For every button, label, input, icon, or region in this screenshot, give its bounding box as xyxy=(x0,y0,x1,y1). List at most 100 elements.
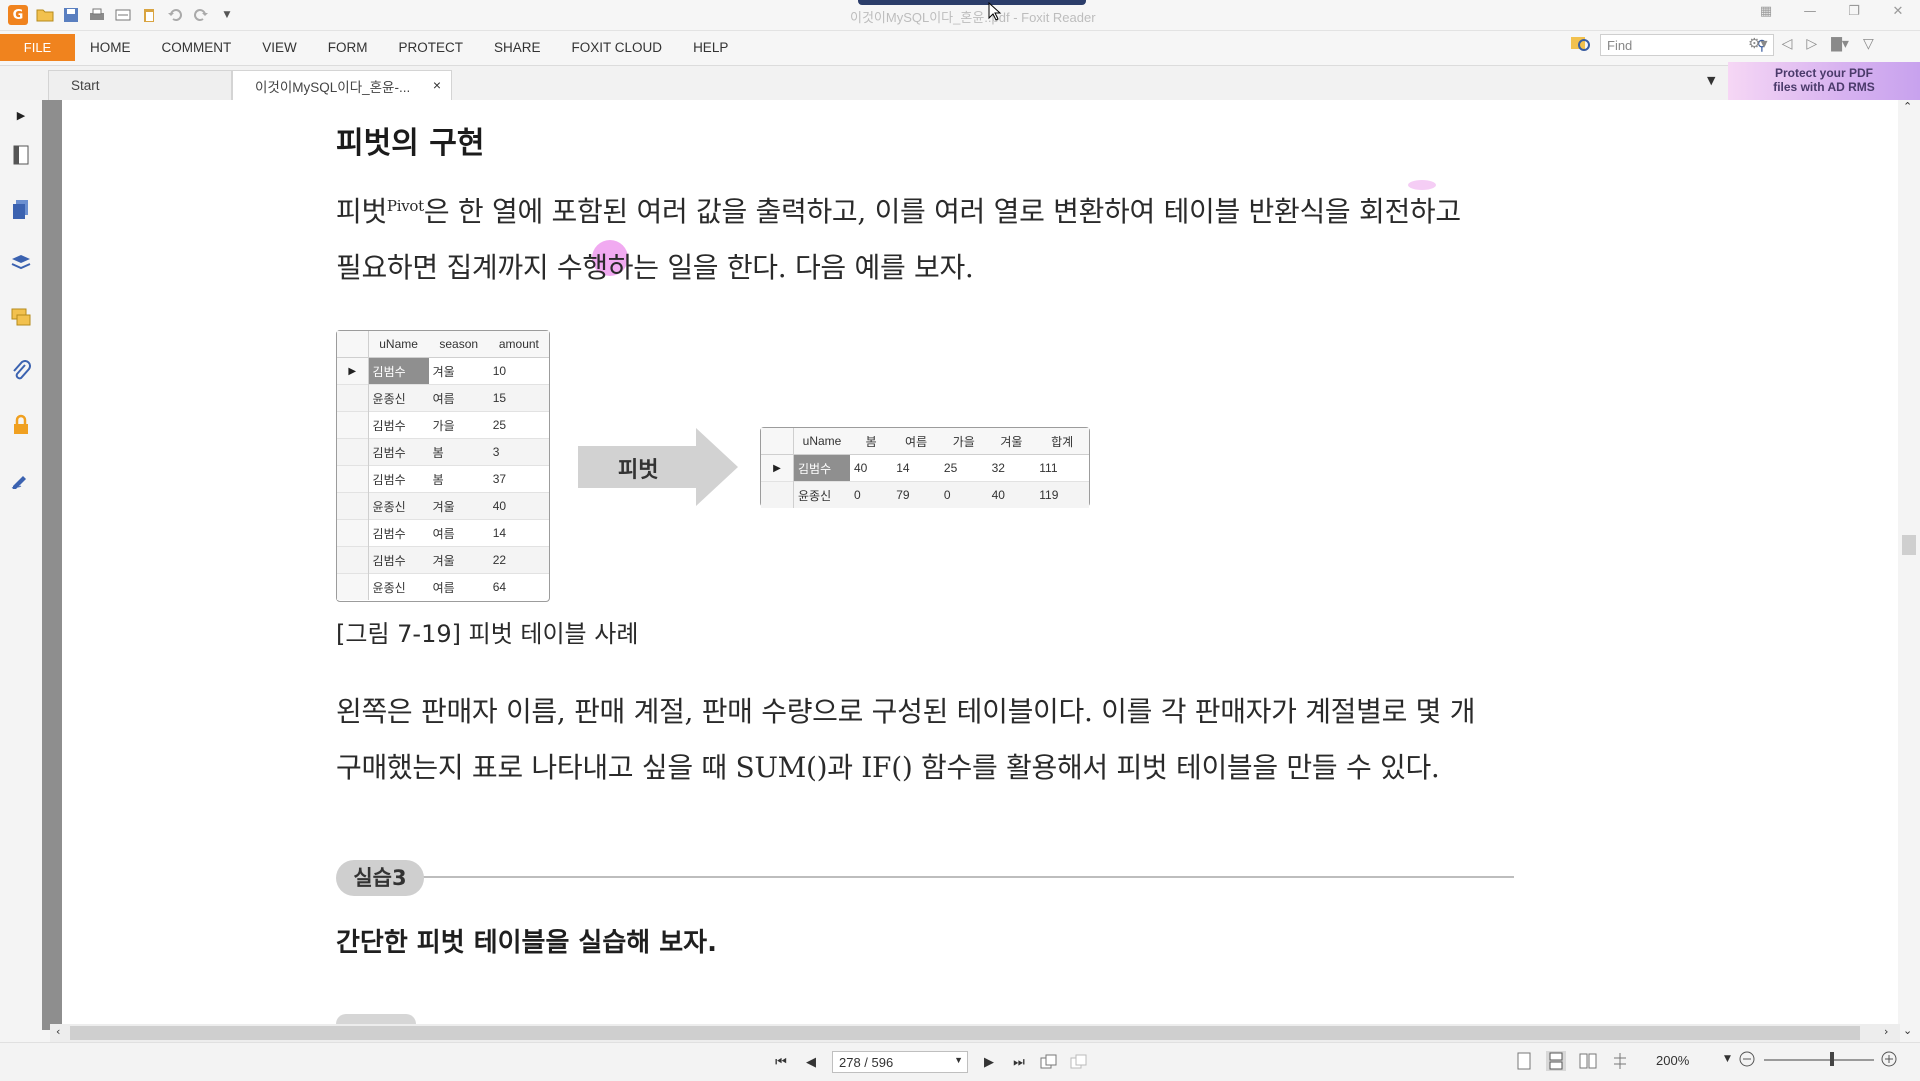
table-cell: 겨울 xyxy=(428,546,489,574)
table-corner xyxy=(337,331,369,358)
paste-icon[interactable] xyxy=(140,6,158,24)
scan-icon[interactable] xyxy=(114,6,132,24)
print-icon[interactable] xyxy=(88,6,106,24)
comments-icon[interactable] xyxy=(8,304,34,330)
paragraph-1-line2: 필요하면 집계까지 수행하는 일을 한다. 다음 예를 보자. xyxy=(336,251,974,284)
practice-badge: 실습3 xyxy=(336,860,424,896)
close-icon[interactable]: × xyxy=(433,77,441,93)
save-icon[interactable] xyxy=(62,6,80,24)
open-folder-icon[interactable] xyxy=(36,6,54,24)
signature-icon[interactable] xyxy=(8,466,34,492)
pages-icon[interactable] xyxy=(8,196,34,222)
ad-rms-banner[interactable]: Protect your PDF files with AD RMS xyxy=(1728,62,1920,100)
first-page-icon[interactable]: ⏮ xyxy=(772,1053,790,1071)
tab-home[interactable]: HOME xyxy=(90,40,131,55)
zoom-slider-thumb[interactable] xyxy=(1830,1052,1834,1066)
chevron-down-icon[interactable]: ▼ xyxy=(954,1055,963,1065)
current-row-indicator-icon: ▶ xyxy=(337,357,369,385)
row-header xyxy=(337,492,369,520)
attachment-icon[interactable] xyxy=(8,358,34,384)
horizontal-scroll-thumb[interactable] xyxy=(70,1026,1860,1040)
practice-title: 간단한 피벗 테이블을 실습해 보자. xyxy=(336,928,717,958)
vertical-scroll-thumb[interactable] xyxy=(1902,535,1916,555)
continuous-facing-icon[interactable] xyxy=(1610,1051,1630,1071)
next-view-icon[interactable] xyxy=(1070,1053,1088,1071)
undo-icon[interactable] xyxy=(166,6,184,24)
panel-splitter[interactable] xyxy=(42,100,62,1030)
back-icon[interactable]: ◁ xyxy=(1782,36,1793,52)
forward-icon[interactable]: ▷ xyxy=(1806,36,1817,52)
customize-dropdown-icon[interactable]: ▼ xyxy=(218,6,236,24)
facing-pages-icon[interactable] xyxy=(1578,1051,1598,1071)
continuous-page-icon[interactable] xyxy=(1546,1051,1566,1071)
table-cell: 40 xyxy=(488,492,549,520)
scroll-right-icon[interactable]: › xyxy=(1884,1025,1888,1038)
last-page-icon[interactable]: ⏭ xyxy=(1010,1053,1028,1071)
zoom-slider[interactable] xyxy=(1764,1059,1874,1061)
row-header xyxy=(337,546,369,574)
foxit-logo-icon[interactable]: G xyxy=(8,5,28,25)
column-header: 봄 xyxy=(850,428,893,455)
restore-icon[interactable]: ❐ xyxy=(1842,4,1866,19)
tab-view[interactable]: VIEW xyxy=(262,40,297,55)
table-row: 김범수 가을 25 xyxy=(337,411,549,439)
title-bar: G ▼ 이것이MySQL이다_혼윤..pdf - Foxit Reader ▦ … xyxy=(0,0,1920,31)
expand-panel-icon[interactable]: ▶ xyxy=(8,102,34,128)
table-cell: 3 xyxy=(488,438,549,466)
tab-help[interactable]: HELP xyxy=(693,40,728,55)
section-divider xyxy=(410,876,1514,878)
single-page-icon[interactable] xyxy=(1514,1051,1534,1071)
tab-comment[interactable]: COMMENT xyxy=(162,40,232,55)
close-window-icon[interactable]: ✕ xyxy=(1886,4,1910,19)
section-heading: 피벗의 구현 xyxy=(336,126,485,161)
table-cell: 봄 xyxy=(428,465,489,493)
tab-start[interactable]: Start xyxy=(48,70,232,100)
next-page-icon[interactable]: ▶ xyxy=(980,1053,998,1071)
table-cell: 여름 xyxy=(428,384,489,412)
tab-list-dropdown-icon[interactable]: ▼ xyxy=(1707,74,1715,87)
find-options-icon[interactable] xyxy=(1570,34,1592,58)
zoom-out-icon[interactable] xyxy=(1738,1050,1756,1072)
right-toolbar: ⚙▾ ◁ ▷ ▇▾ ▽ xyxy=(1748,36,1874,52)
table-cell: 64 xyxy=(488,573,549,600)
redo-icon[interactable] xyxy=(192,6,210,24)
zoom-dropdown-icon[interactable]: ▼ xyxy=(1724,1054,1731,1064)
gear-icon[interactable]: ⚙▾ xyxy=(1748,36,1768,52)
tab-share[interactable]: SHARE xyxy=(494,40,541,55)
bookmark-dropdown-icon[interactable]: ▇▾ xyxy=(1831,36,1849,52)
tab-protect[interactable]: PROTECT xyxy=(399,40,464,55)
scroll-up-icon[interactable]: ⌃ xyxy=(1903,100,1912,113)
paragraph-2-line1: 왼쪽은 판매자 이름, 판매 계절, 판매 수량으로 구성된 테이블이다. 이를… xyxy=(336,695,1476,728)
table-cell: 여름 xyxy=(428,573,489,600)
row-header xyxy=(337,519,369,547)
table-cell: 40 xyxy=(850,454,893,482)
scroll-down-icon[interactable]: ⌄ xyxy=(1903,1024,1912,1037)
page-number-field[interactable]: 278 / 596 ▼ xyxy=(832,1051,968,1073)
row-header xyxy=(761,481,794,508)
page-thumbnails-icon[interactable] xyxy=(8,142,34,168)
previous-page-icon[interactable]: ◀ xyxy=(802,1053,820,1071)
paragraph-1-text-a: 피벗 xyxy=(336,195,387,228)
scroll-left-icon[interactable]: ‹ xyxy=(56,1025,60,1038)
mouse-cursor-icon xyxy=(988,2,1002,21)
tile-icon[interactable]: ▦ xyxy=(1754,4,1778,19)
collapse-ribbon-icon[interactable]: ▽ xyxy=(1863,36,1874,52)
table-cell: 김범수 xyxy=(368,357,429,385)
table-cell: 여름 xyxy=(428,519,489,547)
vertical-scrollbar[interactable] xyxy=(1898,100,1920,1025)
lock-icon[interactable] xyxy=(8,412,34,438)
layers-icon[interactable] xyxy=(8,250,34,276)
zoom-in-icon[interactable] xyxy=(1880,1050,1898,1072)
tab-foxit-cloud[interactable]: FOXIT CLOUD xyxy=(572,40,663,55)
window-controls: ▦ — ❐ ✕ xyxy=(1754,4,1910,19)
row-header xyxy=(337,411,369,439)
title-accent xyxy=(858,0,1086,5)
tab-form[interactable]: FORM xyxy=(328,40,368,55)
ad-line2: files with AD RMS xyxy=(1773,80,1875,94)
tab-document[interactable]: 이것이MySQL이다_혼윤-... × xyxy=(232,70,452,100)
zoom-level[interactable]: 200% xyxy=(1656,1053,1689,1068)
minimize-icon[interactable]: — xyxy=(1798,4,1822,19)
previous-view-icon[interactable] xyxy=(1040,1053,1058,1071)
table-corner xyxy=(761,428,794,455)
file-menu-button[interactable]: FILE xyxy=(0,34,75,61)
